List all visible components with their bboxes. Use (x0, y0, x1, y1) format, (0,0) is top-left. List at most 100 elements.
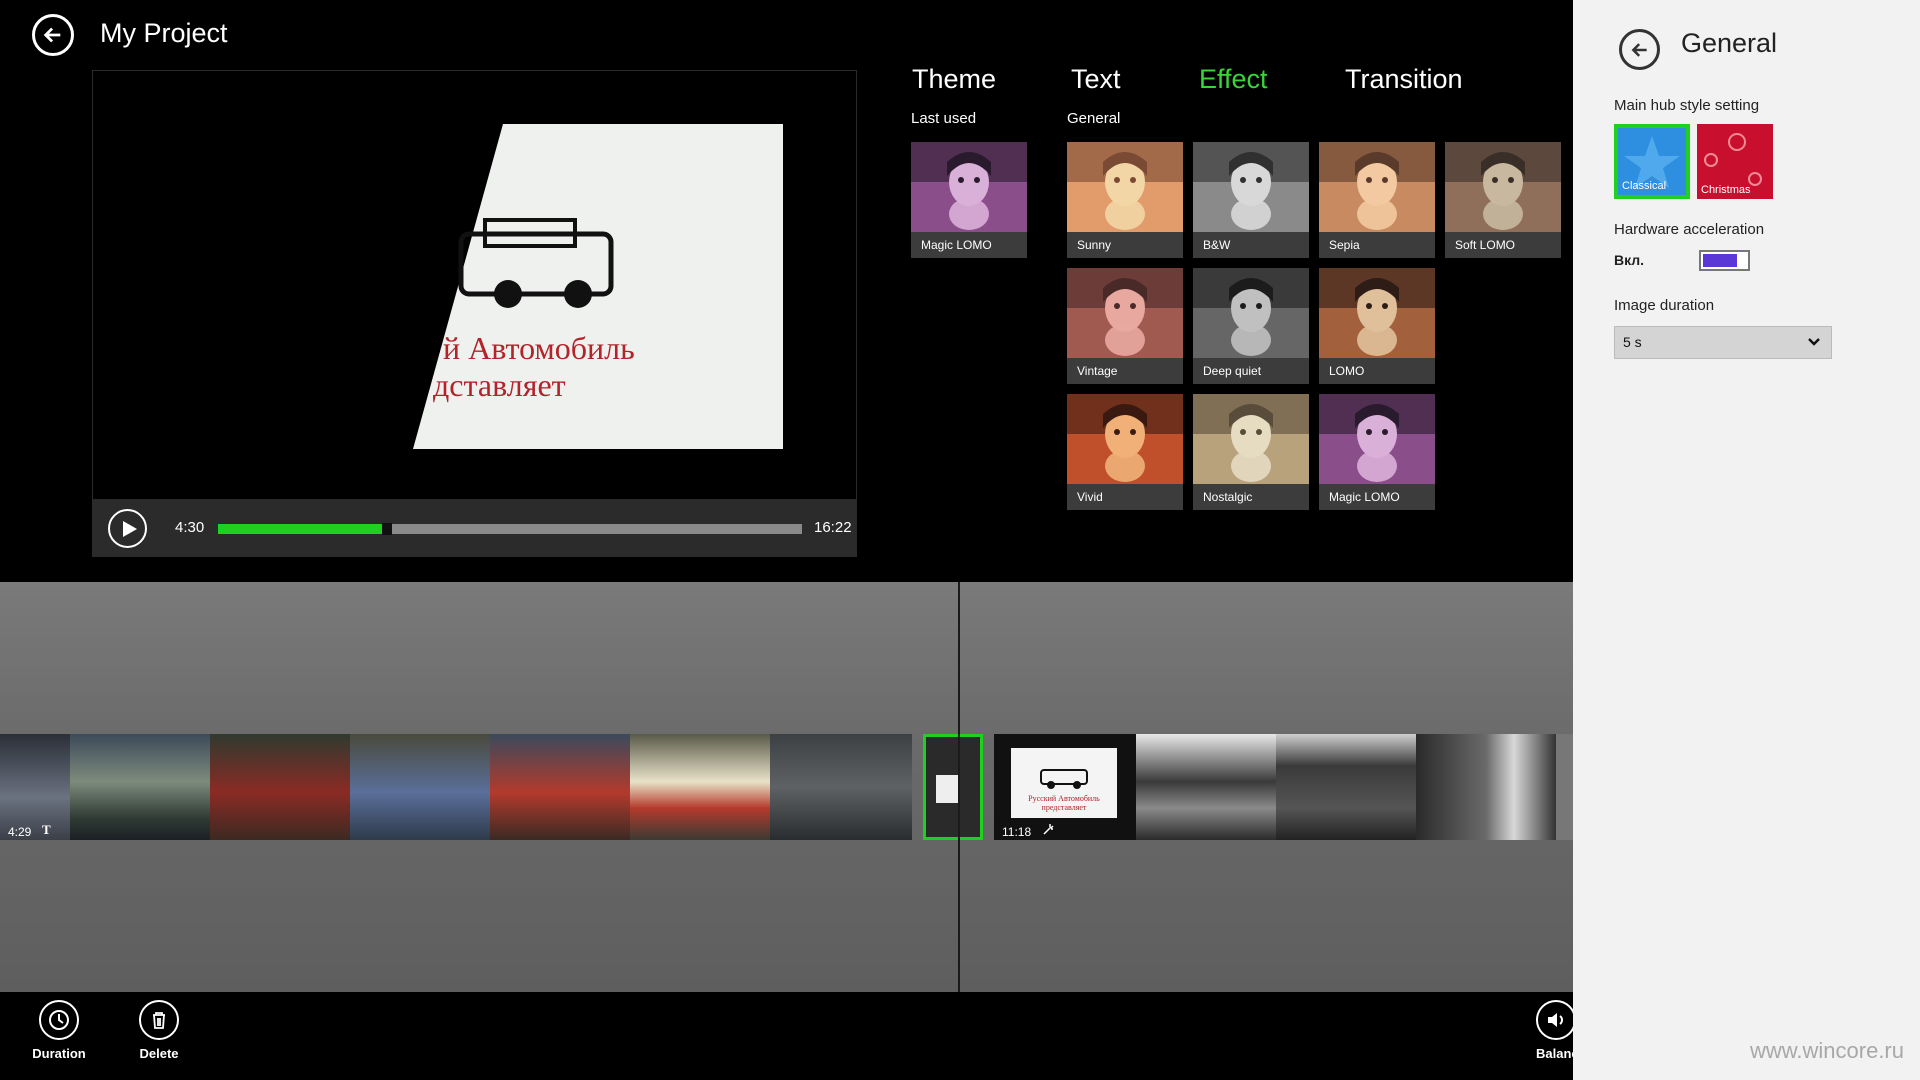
toggle-knob (1737, 252, 1746, 269)
effect-thumbnail (1067, 142, 1183, 232)
clip-strip-left[interactable] (0, 734, 912, 840)
effect-thumbnail (1319, 268, 1435, 358)
current-time: 4:30 (175, 519, 205, 536)
effect-label: Soft LOMO (1455, 238, 1516, 252)
style-christmas-label: Christmas (1701, 184, 1751, 196)
effect-thumbnail-wrap (911, 142, 1027, 232)
clip-frame (630, 734, 770, 840)
last-used-heading: Last used (911, 110, 977, 127)
balance-label: Balance (1536, 1046, 1573, 1061)
effect-tile-vintage[interactable]: Vintage (1067, 268, 1183, 384)
duration-button[interactable]: Duration (14, 1000, 104, 1061)
chevron-down-icon (1808, 338, 1820, 346)
clip-frame (350, 734, 490, 840)
duration-label: Duration (32, 1046, 86, 1061)
tab-transition[interactable]: Transition (1345, 64, 1463, 95)
clip-duration-right: 11:18 (1002, 825, 1032, 839)
effect-thumbnail (1193, 268, 1309, 358)
clip-frame (1416, 734, 1556, 840)
image-duration-label: Image duration (1614, 297, 1715, 314)
style-classical-tile[interactable]: Classical (1614, 124, 1690, 199)
effect-label: Nostalgic (1203, 490, 1253, 504)
clip-frame (490, 734, 630, 840)
title-card: Русский Автомобиль представляет (1011, 748, 1117, 818)
effect-thumbnail (911, 142, 1027, 232)
effect-tile-vivid[interactable]: Vivid (1067, 394, 1183, 510)
effect-tile-magic-lomo[interactable]: Magic LOMO (1319, 394, 1435, 510)
play-button[interactable] (108, 509, 147, 548)
balance-button[interactable]: Balance (1512, 1000, 1573, 1061)
effect-thumbnail-wrap (1067, 142, 1183, 232)
effect-tile-sepia[interactable]: Sepia (1319, 142, 1435, 258)
tab-text[interactable]: Text (1071, 64, 1121, 95)
effect-thumbnail (1319, 142, 1435, 232)
effect-label: Sunny (1077, 238, 1112, 252)
effect-tile-nostalgic[interactable]: Nostalgic (1193, 394, 1309, 510)
effect-label: Magic LOMO (921, 238, 992, 252)
effect-thumbnail-wrap (1067, 268, 1183, 358)
effect-label: B&W (1203, 238, 1231, 252)
app-bar: Duration Delete Balance (0, 992, 1573, 1080)
effect-thumbnail-wrap (1319, 394, 1435, 484)
effect-thumbnail (1445, 142, 1561, 232)
trash-icon (153, 1012, 165, 1029)
clip-frame (210, 734, 350, 840)
effect-thumbnail (1193, 394, 1309, 484)
flyout-title: General (1681, 28, 1778, 58)
clip-strip-right[interactable]: Русский Автомобиль представляет (994, 734, 1573, 840)
image-duration-value: 5 s (1623, 334, 1642, 350)
effect-thumbnail-wrap (1193, 142, 1309, 232)
effect-thumbnail-wrap (1193, 394, 1309, 484)
tab-effect[interactable]: Effect (1199, 64, 1268, 95)
selected-transition-clip[interactable] (923, 734, 983, 840)
effect-thumbnail (1193, 142, 1309, 232)
effect-label: Deep quiet (1203, 364, 1262, 378)
effect-label: Vivid (1077, 490, 1103, 504)
clip-frame (1276, 734, 1416, 840)
style-christmas-tile[interactable]: Christmas (1697, 124, 1773, 199)
player-controls: 4:30 16:22 (92, 500, 857, 557)
magic-wand-icon (1043, 824, 1054, 835)
back-arrow-icon (1631, 42, 1647, 57)
effect-label: LOMO (1329, 364, 1365, 378)
effect-thumbnail (1067, 394, 1183, 484)
settings-flyout: General Main hub style setting Classical… (1573, 0, 1920, 1080)
watermark: www.wincore.ru (1749, 1038, 1904, 1063)
effect-thumbnail (1319, 394, 1435, 484)
effect-thumbnail (1067, 268, 1183, 358)
hardware-acceleration-state: Вкл. (1614, 252, 1645, 268)
flyout-back-button[interactable] (1619, 29, 1660, 70)
effect-label: Sepia (1329, 238, 1360, 252)
delete-label: Delete (139, 1046, 179, 1061)
style-classical-label: Classical (1622, 180, 1667, 192)
preview-caption-line1: й Автомобиль (443, 330, 635, 366)
hardware-acceleration-label: Hardware acceleration (1614, 221, 1765, 238)
preview-caption-line2: дставляет (433, 367, 566, 403)
effect-tile-sunny[interactable]: Sunny (1067, 142, 1183, 258)
image-duration-select[interactable]: 5 s (1614, 326, 1832, 359)
progress-thumb[interactable] (381, 523, 392, 535)
effect-label: Vintage (1077, 364, 1118, 378)
effect-label: Magic LOMO (1329, 490, 1400, 504)
progress-slider[interactable] (218, 523, 802, 535)
playhead[interactable] (958, 582, 960, 992)
text-icon: T (42, 822, 51, 837)
effect-tile-lomo[interactable]: LOMO (1319, 268, 1435, 384)
hardware-acceleration-toggle[interactable] (1699, 250, 1750, 271)
clip-frame (770, 734, 912, 840)
effect-tile-b-w[interactable]: B&W (1193, 142, 1309, 258)
back-button[interactable] (32, 14, 74, 56)
tab-theme[interactable]: Theme (912, 64, 996, 95)
preview-frame-image: й Автомобиль дставляет (413, 124, 783, 449)
title-card-text: Русский Автомобиль представляет (1028, 794, 1100, 812)
delete-button[interactable]: Delete (114, 1000, 204, 1061)
effect-tile-soft-lomo[interactable]: Soft LOMO (1445, 142, 1561, 258)
progress-fill (218, 524, 382, 534)
last-used-effect-tile[interactable]: Magic LOMO (911, 142, 1027, 258)
effect-thumbnail-wrap (1319, 268, 1435, 358)
video-preview[interactable]: й Автомобиль дставляет (92, 70, 857, 500)
main-hub-style-label: Main hub style setting (1614, 97, 1760, 114)
clip-thumbnail (936, 775, 958, 803)
effect-thumbnail-wrap (1193, 268, 1309, 358)
effect-tile-deep-quiet[interactable]: Deep quiet (1193, 268, 1309, 384)
